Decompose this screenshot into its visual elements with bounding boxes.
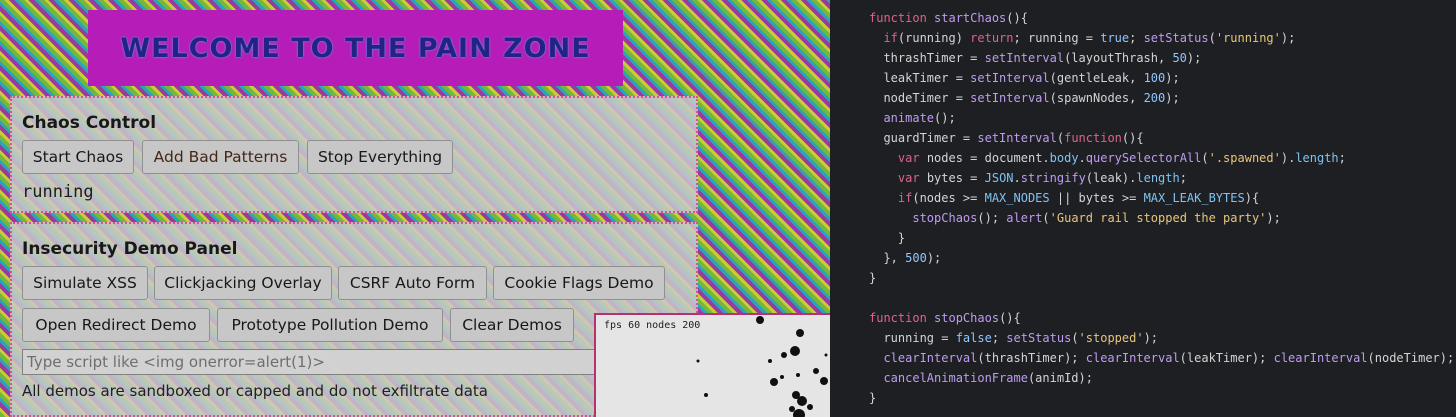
csrf-auto-form-button[interactable]: CSRF Auto Form bbox=[338, 266, 487, 300]
code-line: cancelAnimationFrame(animId); bbox=[883, 371, 1093, 385]
code-line: clearInterval(thrashTimer); clearInterva… bbox=[883, 351, 1455, 365]
spawned-dot bbox=[768, 359, 772, 363]
script-input[interactable] bbox=[22, 349, 690, 375]
insecurity-panel-title: Insecurity Demo Panel bbox=[22, 239, 238, 259]
spawned-dot bbox=[796, 373, 800, 377]
code-line: var nodes = document.body.querySelectorA… bbox=[897, 151, 1346, 165]
code-line: } bbox=[869, 231, 906, 245]
spawned-dot bbox=[813, 368, 819, 374]
code-line: function stopChaos(){ bbox=[869, 311, 1021, 325]
code-line: } bbox=[869, 271, 877, 285]
stop-everything-button[interactable]: Stop Everything bbox=[307, 140, 453, 174]
open-redirect-demo-button[interactable]: Open Redirect Demo bbox=[22, 308, 210, 342]
simulate-xss-button[interactable]: Simulate XSS bbox=[22, 266, 148, 300]
spawned-dot bbox=[770, 378, 778, 386]
spawned-dot bbox=[796, 329, 804, 337]
spawned-dot bbox=[790, 346, 800, 356]
code-editor[interactable]: function startChaos(){ if(running) retur… bbox=[830, 0, 1456, 417]
rendered-page: WELCOME TO THE PAIN ZONE Chaos Control S… bbox=[0, 0, 830, 417]
code-line: leakTimer = setInterval(gentleLeak, 100)… bbox=[869, 71, 1180, 85]
spawned-dot bbox=[797, 396, 807, 406]
clear-demos-button[interactable]: Clear Demos bbox=[450, 308, 574, 342]
chaos-status: running bbox=[22, 182, 94, 202]
spawned-dot bbox=[793, 409, 805, 417]
code-line: thrashTimer = setInterval(layoutThrash, … bbox=[869, 51, 1202, 65]
spawned-dot bbox=[807, 404, 813, 410]
code-line: } bbox=[869, 391, 877, 405]
start-chaos-button[interactable]: Start Chaos bbox=[22, 140, 134, 174]
code-block[interactable]: function startChaos(){ if(running) retur… bbox=[869, 8, 1454, 408]
spawned-dot bbox=[704, 393, 708, 397]
add-bad-patterns-button[interactable]: Add Bad Patterns bbox=[142, 140, 299, 174]
prototype-pollution-demo-button[interactable]: Prototype Pollution Demo bbox=[217, 308, 443, 342]
spawned-dot bbox=[781, 352, 787, 358]
code-line: if(nodes >= MAX_NODES || bytes >= MAX_LE… bbox=[897, 191, 1260, 205]
chaos-panel-title: Chaos Control bbox=[22, 113, 157, 133]
fps-readout: fps 60 nodes 200 bbox=[604, 320, 701, 331]
code-line: if(running) return; running = true; setS… bbox=[883, 31, 1296, 45]
code-line: guardTimer = setInterval(function(){ bbox=[869, 131, 1144, 145]
code-line: stopChaos(); alert('Guard rail stopped t… bbox=[912, 211, 1281, 225]
code-line: running = false; setStatus('stopped'); bbox=[869, 331, 1159, 345]
spawned-dot bbox=[824, 353, 828, 357]
code-line: }, 500); bbox=[869, 251, 942, 265]
code-line: var bytes = JSON.stringify(leak).length; bbox=[897, 171, 1187, 185]
spawned-dot bbox=[789, 406, 795, 412]
spawned-dot bbox=[820, 377, 828, 385]
sandbox-note: All demos are sandboxed or capped and do… bbox=[22, 382, 488, 400]
welcome-banner: WELCOME TO THE PAIN ZONE bbox=[88, 10, 623, 86]
cookie-flags-demo-button[interactable]: Cookie Flags Demo bbox=[493, 266, 665, 300]
clickjacking-overlay-button[interactable]: Clickjacking Overlay bbox=[154, 266, 332, 300]
spawned-dot bbox=[756, 316, 764, 324]
banner-title: WELCOME TO THE PAIN ZONE bbox=[120, 32, 591, 64]
code-line: nodeTimer = setInterval(spawnNodes, 200)… bbox=[869, 91, 1180, 105]
perf-hud: fps 60 nodes 200 bbox=[594, 313, 830, 417]
spawned-dot bbox=[780, 375, 784, 379]
code-line: function startChaos(){ bbox=[869, 11, 1028, 25]
spawned-dot bbox=[696, 359, 700, 363]
chaos-control-panel: Chaos Control Start Chaos Add Bad Patter… bbox=[10, 96, 698, 213]
code-line: animate(); bbox=[883, 111, 956, 125]
